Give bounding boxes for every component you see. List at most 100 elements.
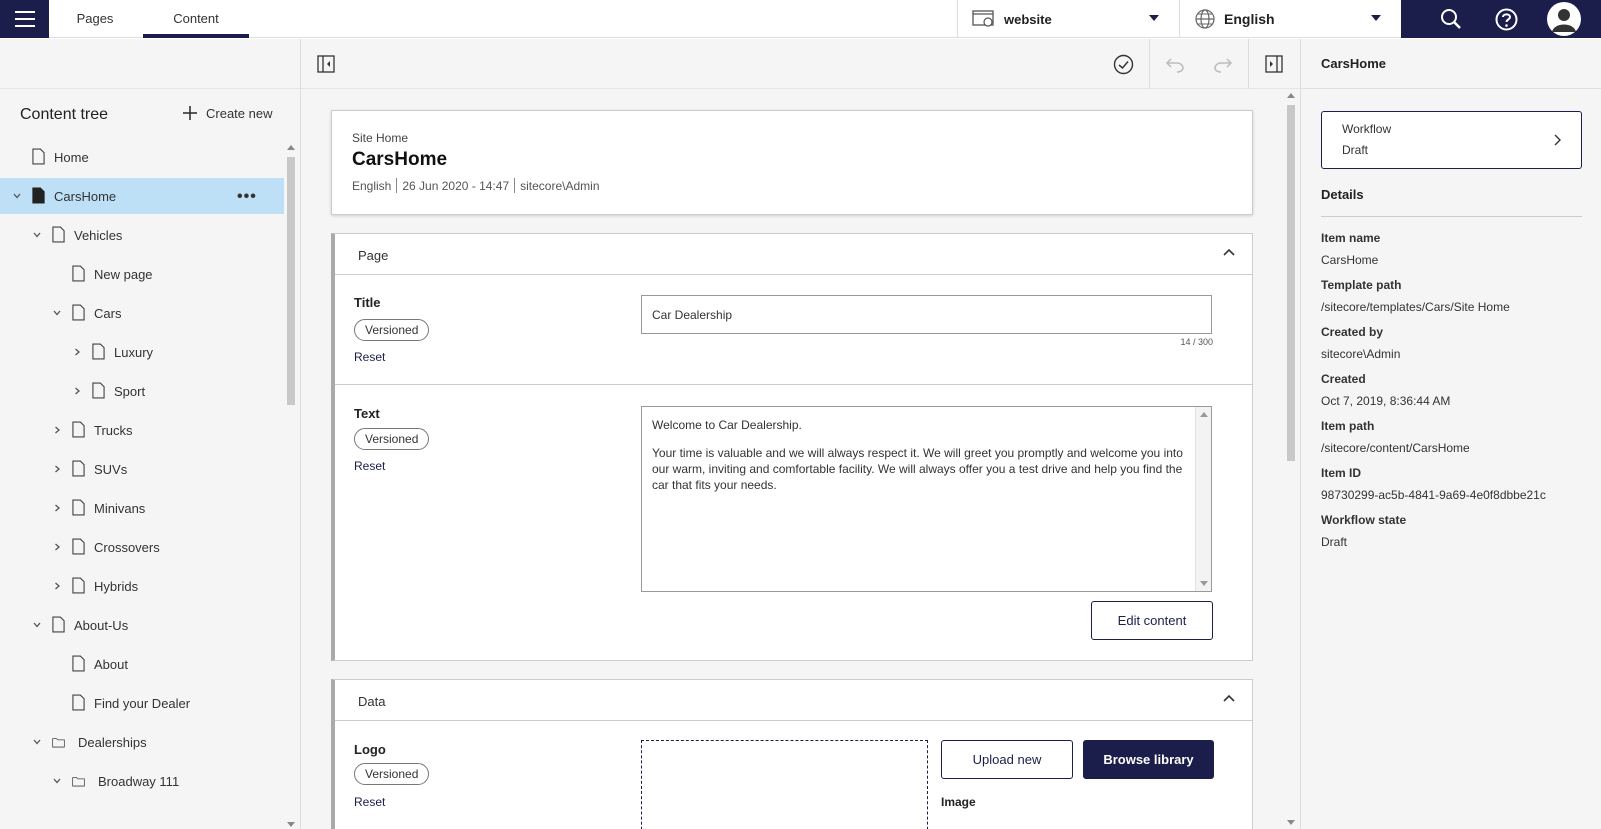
create-new-button[interactable]: Create new xyxy=(182,105,272,121)
site-selector[interactable]: website xyxy=(957,0,1179,38)
rich-text-field[interactable]: Welcome to Car Dealership. Your time is … xyxy=(641,406,1212,592)
page-section-header[interactable]: Page xyxy=(335,234,1252,275)
chevron-down-icon[interactable] xyxy=(52,776,62,786)
editor-scrollbar[interactable] xyxy=(1284,89,1298,829)
chevron-down-icon[interactable] xyxy=(52,308,62,318)
avatar[interactable] xyxy=(1547,2,1581,36)
folder-icon xyxy=(52,738,65,748)
tree-item[interactable]: Vehicles xyxy=(0,217,284,253)
chevron-right-icon[interactable] xyxy=(52,425,62,435)
details-panel: CarsHome Workflow Draft Details Item nam… xyxy=(1300,39,1601,829)
data-section: Data Logo Versioned Reset Upload new Bro… xyxy=(331,679,1253,829)
page-icon xyxy=(52,226,65,243)
workflow-value: Draft xyxy=(1342,143,1369,157)
details-panel-title: CarsHome xyxy=(1321,56,1387,71)
chevron-down-icon[interactable] xyxy=(32,230,42,240)
more-options-icon[interactable]: ••• xyxy=(237,188,257,206)
tree-item[interactable]: About xyxy=(0,646,284,682)
edit-content-button[interactable]: Edit content xyxy=(1091,601,1213,640)
chevron-right-icon[interactable] xyxy=(72,347,82,357)
tree-item[interactable]: Trucks xyxy=(0,412,284,448)
page-section: Page Title Versioned Reset 14 / 300 Text… xyxy=(331,233,1253,661)
chevron-right-icon[interactable] xyxy=(52,503,62,513)
tree-scrollbar[interactable] xyxy=(285,143,297,829)
text-scrollbar[interactable] xyxy=(1195,407,1211,591)
tree-item[interactable]: Sport xyxy=(0,373,284,409)
tree-item[interactable]: Find your Dealer xyxy=(0,685,284,721)
page-icon xyxy=(32,148,45,165)
content-tree-panel: Content tree Create new Home CarsHome ••• V… xyxy=(0,89,301,829)
meta-user: sitecore\Admin xyxy=(520,178,600,193)
tree-item-label: Luxury xyxy=(114,344,154,360)
tab-content[interactable]: Content xyxy=(143,0,249,38)
scrollbar-thumb[interactable] xyxy=(1287,105,1295,461)
data-section-title: Data xyxy=(358,694,386,709)
chevron-up-icon[interactable] xyxy=(1223,694,1235,702)
language-selector[interactable]: English xyxy=(1179,0,1401,38)
tree-item[interactable]: Luxury xyxy=(0,334,284,370)
collapse-left-panel-icon[interactable] xyxy=(317,55,335,73)
tab-pages[interactable]: Pages xyxy=(49,0,141,38)
redo-icon[interactable] xyxy=(1213,56,1233,74)
tree-item[interactable]: New page xyxy=(0,256,284,292)
tree-item[interactable]: CarsHome ••• xyxy=(0,178,284,214)
tree-item[interactable]: Hybrids xyxy=(0,568,284,604)
workflow-button[interactable]: Workflow Draft xyxy=(1321,111,1582,169)
help-icon[interactable] xyxy=(1495,8,1518,31)
tree-item[interactable]: Dealerships xyxy=(0,724,284,760)
tree-item[interactable]: Crossovers xyxy=(0,529,284,565)
plus-icon xyxy=(183,106,197,120)
browse-library-button[interactable]: Browse library xyxy=(1083,740,1214,779)
chevron-right-icon[interactable] xyxy=(52,581,62,591)
details-title: Details xyxy=(1321,187,1364,202)
detail-label: Item path xyxy=(1321,419,1375,433)
tree-item-label: Minivans xyxy=(94,500,146,516)
versioned-badge: Versioned xyxy=(354,319,430,341)
check-icon[interactable] xyxy=(1113,54,1134,75)
logo-field-label: Logo xyxy=(354,742,386,757)
tree-item[interactable]: Broadway 111 xyxy=(0,763,284,799)
workflow-label: Workflow xyxy=(1342,122,1392,136)
scrollbar-thumb[interactable] xyxy=(287,157,295,405)
tree-item-label: SUVs xyxy=(94,461,128,477)
globe-icon xyxy=(1195,9,1215,29)
tree-item[interactable]: About-Us xyxy=(0,607,284,643)
tree-item[interactable]: Home xyxy=(0,139,284,175)
page-icon xyxy=(92,382,105,399)
meta-date: 26 Jun 2020 - 14:47 xyxy=(402,178,510,193)
menu-icon[interactable] xyxy=(0,0,49,38)
chevron-down-icon[interactable] xyxy=(32,737,42,747)
reset-link[interactable]: Reset xyxy=(354,459,385,473)
detail-label: Workflow state xyxy=(1321,513,1407,527)
tree-item-label: Trucks xyxy=(94,422,133,438)
detail-value: /sitecore/content/CarsHome xyxy=(1321,441,1470,455)
page-section-title: Page xyxy=(358,248,389,263)
data-section-header[interactable]: Data xyxy=(335,680,1252,721)
tree-item-label: New page xyxy=(94,266,153,282)
collapse-right-panel-icon[interactable] xyxy=(1265,55,1283,73)
tree-item[interactable]: SUVs xyxy=(0,451,284,487)
upload-new-button[interactable]: Upload new xyxy=(941,740,1073,779)
chevron-right-icon xyxy=(1554,134,1561,146)
tree-item[interactable]: Minivans xyxy=(0,490,284,526)
page-icon xyxy=(72,265,85,282)
tree-item[interactable]: Cars xyxy=(0,295,284,331)
tree-item-label: About xyxy=(94,656,128,672)
reset-link[interactable]: Reset xyxy=(354,350,385,364)
character-counter: 14 / 300 xyxy=(1180,337,1213,347)
chevron-down-icon[interactable] xyxy=(32,620,42,630)
site-name: website xyxy=(1004,11,1052,27)
chevron-down-icon[interactable] xyxy=(12,191,22,201)
search-icon[interactable] xyxy=(1440,8,1462,30)
reset-link[interactable]: Reset xyxy=(354,795,385,809)
detail-value: 98730299-ac5b-4841-9a69-4e0f8dbbe21c xyxy=(1321,488,1546,502)
chevron-right-icon[interactable] xyxy=(52,542,62,552)
title-input[interactable] xyxy=(641,295,1212,334)
image-drop-zone[interactable] xyxy=(641,740,928,829)
chevron-up-icon[interactable] xyxy=(1223,248,1235,256)
chevron-right-icon[interactable] xyxy=(52,464,62,474)
undo-icon[interactable] xyxy=(1165,56,1185,74)
tree-item-label: About-Us xyxy=(74,617,129,633)
versioned-badge: Versioned xyxy=(354,763,430,785)
chevron-right-icon[interactable] xyxy=(72,386,82,396)
